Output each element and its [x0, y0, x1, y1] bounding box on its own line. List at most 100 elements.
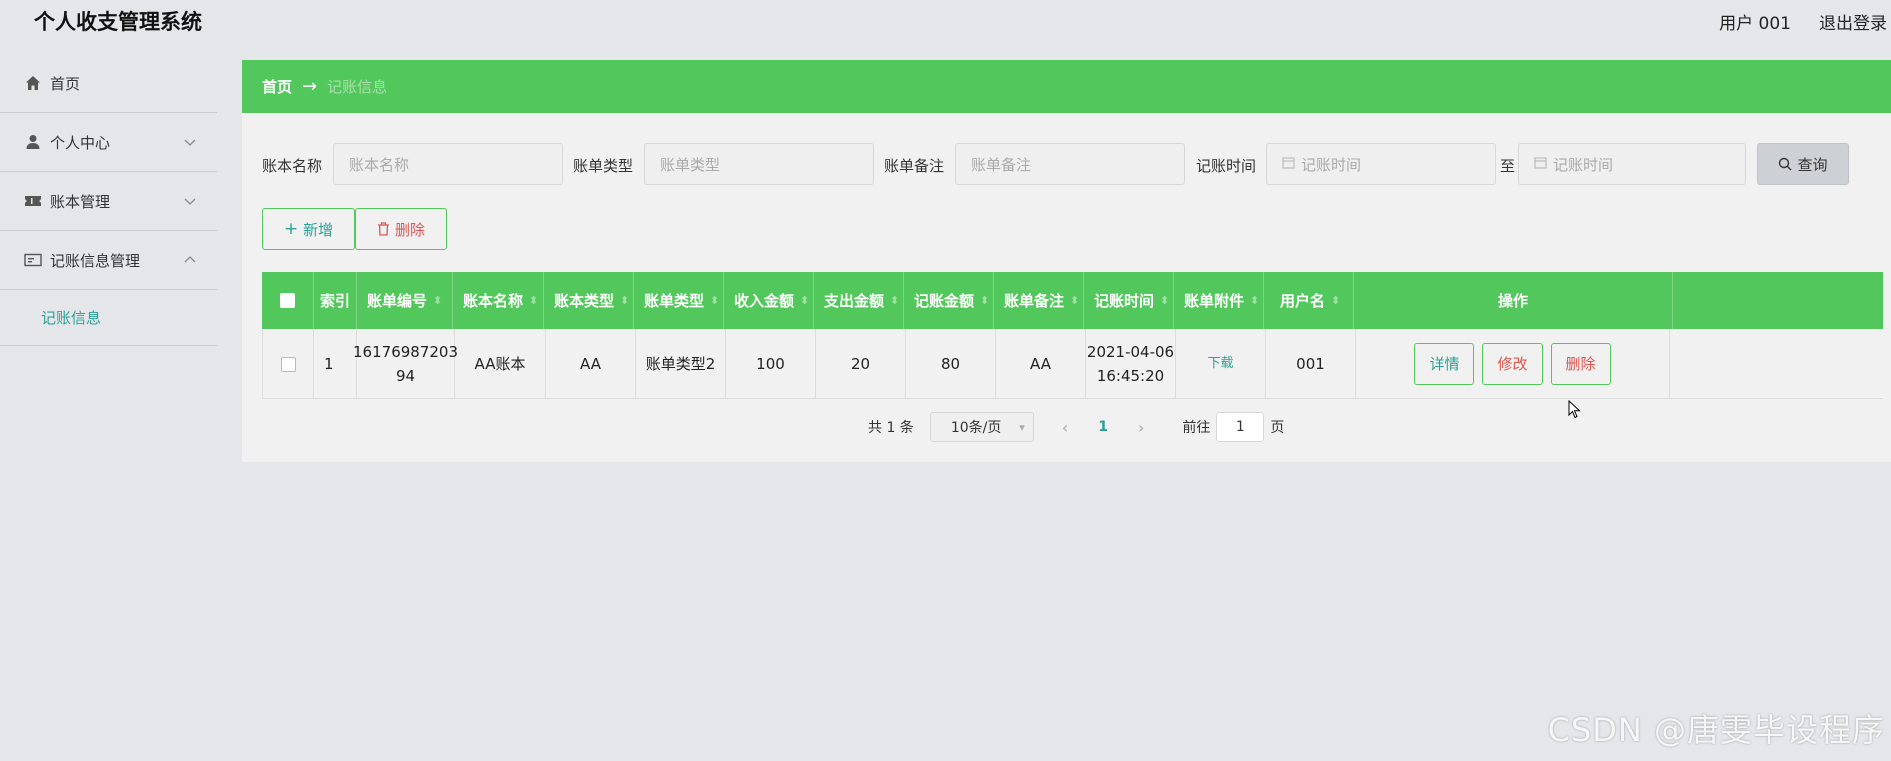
batch-delete-button[interactable]: 删除	[355, 208, 447, 250]
bill-type-input[interactable]: 账单类型	[644, 143, 874, 185]
table-row: 1 16176987203 94 AA账本 AA 账单类型2 100 20 80…	[262, 329, 1883, 399]
header-bill-no[interactable]: 账单编号 ⬍	[357, 272, 453, 329]
sidebar-item-record-management[interactable]: 记账信息管理	[0, 231, 217, 290]
sidebar-item-personal-center[interactable]: 个人中心	[0, 113, 217, 172]
header-expense[interactable]: 支出金额 ⬍	[814, 272, 904, 329]
record-table: 索引 账单编号 ⬍ 账本名称 ⬍ 账本类型 ⬍ 账单类型 ⬍ 收入金额 ⬍ 支出金额 ⬍ 记…	[262, 272, 1883, 399]
card-icon	[24, 251, 42, 269]
user-label: 用户 001	[1719, 14, 1791, 34]
top-bar: 个人收支管理系统 用户 001 退出登录	[0, 0, 1891, 40]
record-time-end-placeholder: 记账时间	[1553, 155, 1614, 174]
sidebar-item-label: 记账信息管理	[50, 251, 141, 270]
select-all-checkbox[interactable]	[280, 293, 295, 308]
cell-remark: AA	[996, 329, 1086, 399]
logout-link[interactable]: 退出登录	[1819, 9, 1887, 34]
header-income[interactable]: 收入金额 ⬍	[724, 272, 814, 329]
cell-amount: 80	[906, 329, 996, 399]
sidebar-subitem-record-info[interactable]: 记账信息	[0, 290, 217, 346]
pagination: 共 1 条 10条/页 ▾ ‹ 1 › 前往 1 页	[868, 412, 1284, 442]
header-operations: 操作	[1354, 272, 1673, 329]
header-amount[interactable]: 记账金额 ⬍	[904, 272, 994, 329]
header-bill-type[interactable]: 账单类型 ⬍	[634, 272, 724, 329]
sort-icon: ⬍	[710, 294, 720, 307]
page-size-select[interactable]: 10条/页 ▾	[929, 412, 1034, 442]
time-clock: 16:45:20	[1096, 367, 1165, 385]
batch-delete-label: 删除	[394, 220, 425, 239]
add-button-label: 新增	[303, 220, 334, 239]
header-book-name[interactable]: 账本名称 ⬍	[453, 272, 544, 329]
search-form: 账本名称 账本名称 账单类型 账单类型 账单备注 账单备注 记账时间 记账时间 …	[242, 143, 1891, 185]
header-attachment[interactable]: 账单附件 ⬍	[1174, 272, 1264, 329]
search-icon	[1778, 157, 1792, 171]
chevron-down-icon	[184, 139, 196, 146]
sidebar-item-book-management[interactable]: 账本管理	[0, 172, 217, 231]
header-username[interactable]: 用户名 ⬍	[1264, 272, 1354, 329]
query-button[interactable]: 查询	[1757, 143, 1849, 185]
app-title: 个人收支管理系统	[34, 10, 202, 34]
bill-remark-label: 账单备注	[884, 157, 945, 175]
row-select-cell	[263, 329, 314, 399]
calendar-icon	[1534, 156, 1547, 173]
sidebar-item-home[interactable]: 首页	[0, 54, 217, 113]
cell-book-type: AA	[546, 329, 636, 399]
bill-remark-input[interactable]: 账单备注	[955, 143, 1185, 185]
detail-button[interactable]: 详情	[1414, 343, 1475, 385]
chevron-down-icon: ▾	[1019, 421, 1025, 434]
bill-type-placeholder: 账单类型	[660, 155, 721, 174]
watermark: CSDN @唐雯毕设程序	[1547, 711, 1885, 749]
record-time-label: 记账时间	[1196, 157, 1257, 175]
sidebar: 首页 个人中心 账本管理 记账信息管理 记账信息	[0, 54, 217, 761]
main-panel: 首页 → 记账信息 账本名称 账本名称 账单类型 账单类型 账单备注 账单备注 …	[242, 60, 1891, 462]
calendar-icon	[1282, 156, 1295, 173]
breadcrumb-current: 记账信息	[327, 78, 388, 96]
book-name-placeholder: 账本名称	[349, 155, 410, 174]
goto-page-input[interactable]: 1	[1216, 412, 1265, 442]
download-link[interactable]: 下载	[1207, 352, 1233, 376]
header-time[interactable]: 记账时间 ⬍	[1084, 272, 1174, 329]
cell-index: 1	[314, 329, 357, 399]
cell-time: 2021-04-06 16:45:20	[1086, 329, 1176, 399]
edit-button[interactable]: 修改	[1482, 343, 1543, 385]
total-count: 共 1 条	[868, 420, 914, 436]
time-date: 2021-04-06	[1086, 343, 1175, 361]
record-time-start-input[interactable]: 记账时间	[1266, 143, 1496, 185]
record-time-end-input[interactable]: 记账时间	[1518, 143, 1746, 185]
breadcrumb: 首页 → 记账信息	[242, 60, 1891, 113]
sidebar-item-label: 首页	[50, 74, 81, 93]
bill-remark-placeholder: 账单备注	[971, 155, 1032, 174]
header-book-type[interactable]: 账本类型 ⬍	[544, 272, 634, 329]
sort-icon: ⬍	[620, 294, 630, 307]
breadcrumb-home[interactable]: 首页	[262, 76, 292, 97]
cell-income: 100	[726, 329, 816, 399]
chevron-down-icon	[184, 198, 196, 205]
cell-bill-no: 16176987203 94	[353, 329, 458, 399]
cell-bill-type: 账单类型2	[636, 329, 726, 399]
trash-icon	[377, 222, 390, 236]
bill-no-line-2: 94	[395, 367, 416, 385]
mouse-cursor-icon	[1568, 400, 1581, 419]
plus-icon: +	[283, 219, 299, 239]
next-page-icon[interactable]: ›	[1138, 418, 1144, 437]
sidebar-item-label: 个人中心	[50, 133, 111, 152]
header-index: 索引	[314, 272, 357, 329]
bill-type-label: 账单类型	[573, 157, 634, 175]
book-name-label: 账本名称	[262, 157, 323, 175]
row-delete-button[interactable]: 删除	[1550, 343, 1611, 385]
current-page[interactable]: 1	[1098, 419, 1108, 435]
book-name-input[interactable]: 账本名称	[333, 143, 563, 185]
cell-book-name: AA账本	[455, 329, 546, 399]
prev-page-icon[interactable]: ‹	[1062, 418, 1068, 437]
header-remark[interactable]: 账单备注 ⬍	[994, 272, 1084, 329]
breadcrumb-arrow-icon: →	[302, 76, 318, 97]
sort-icon: ⬍	[529, 294, 539, 307]
row-checkbox[interactable]	[280, 356, 296, 372]
cell-attachment: 下载	[1176, 329, 1266, 399]
user-icon	[24, 133, 42, 151]
add-button[interactable]: + 新增	[262, 208, 355, 250]
sort-icon: ⬍	[800, 294, 810, 307]
query-button-label: 查询	[1797, 155, 1828, 174]
table-header: 索引 账单编号 ⬍ 账本名称 ⬍ 账本类型 ⬍ 账单类型 ⬍ 收入金额 ⬍ 支出金额 ⬍ 记…	[262, 272, 1883, 329]
page-unit-label: 页	[1270, 420, 1285, 436]
sort-icon: ⬍	[890, 294, 900, 307]
sort-icon: ⬍	[433, 294, 443, 307]
